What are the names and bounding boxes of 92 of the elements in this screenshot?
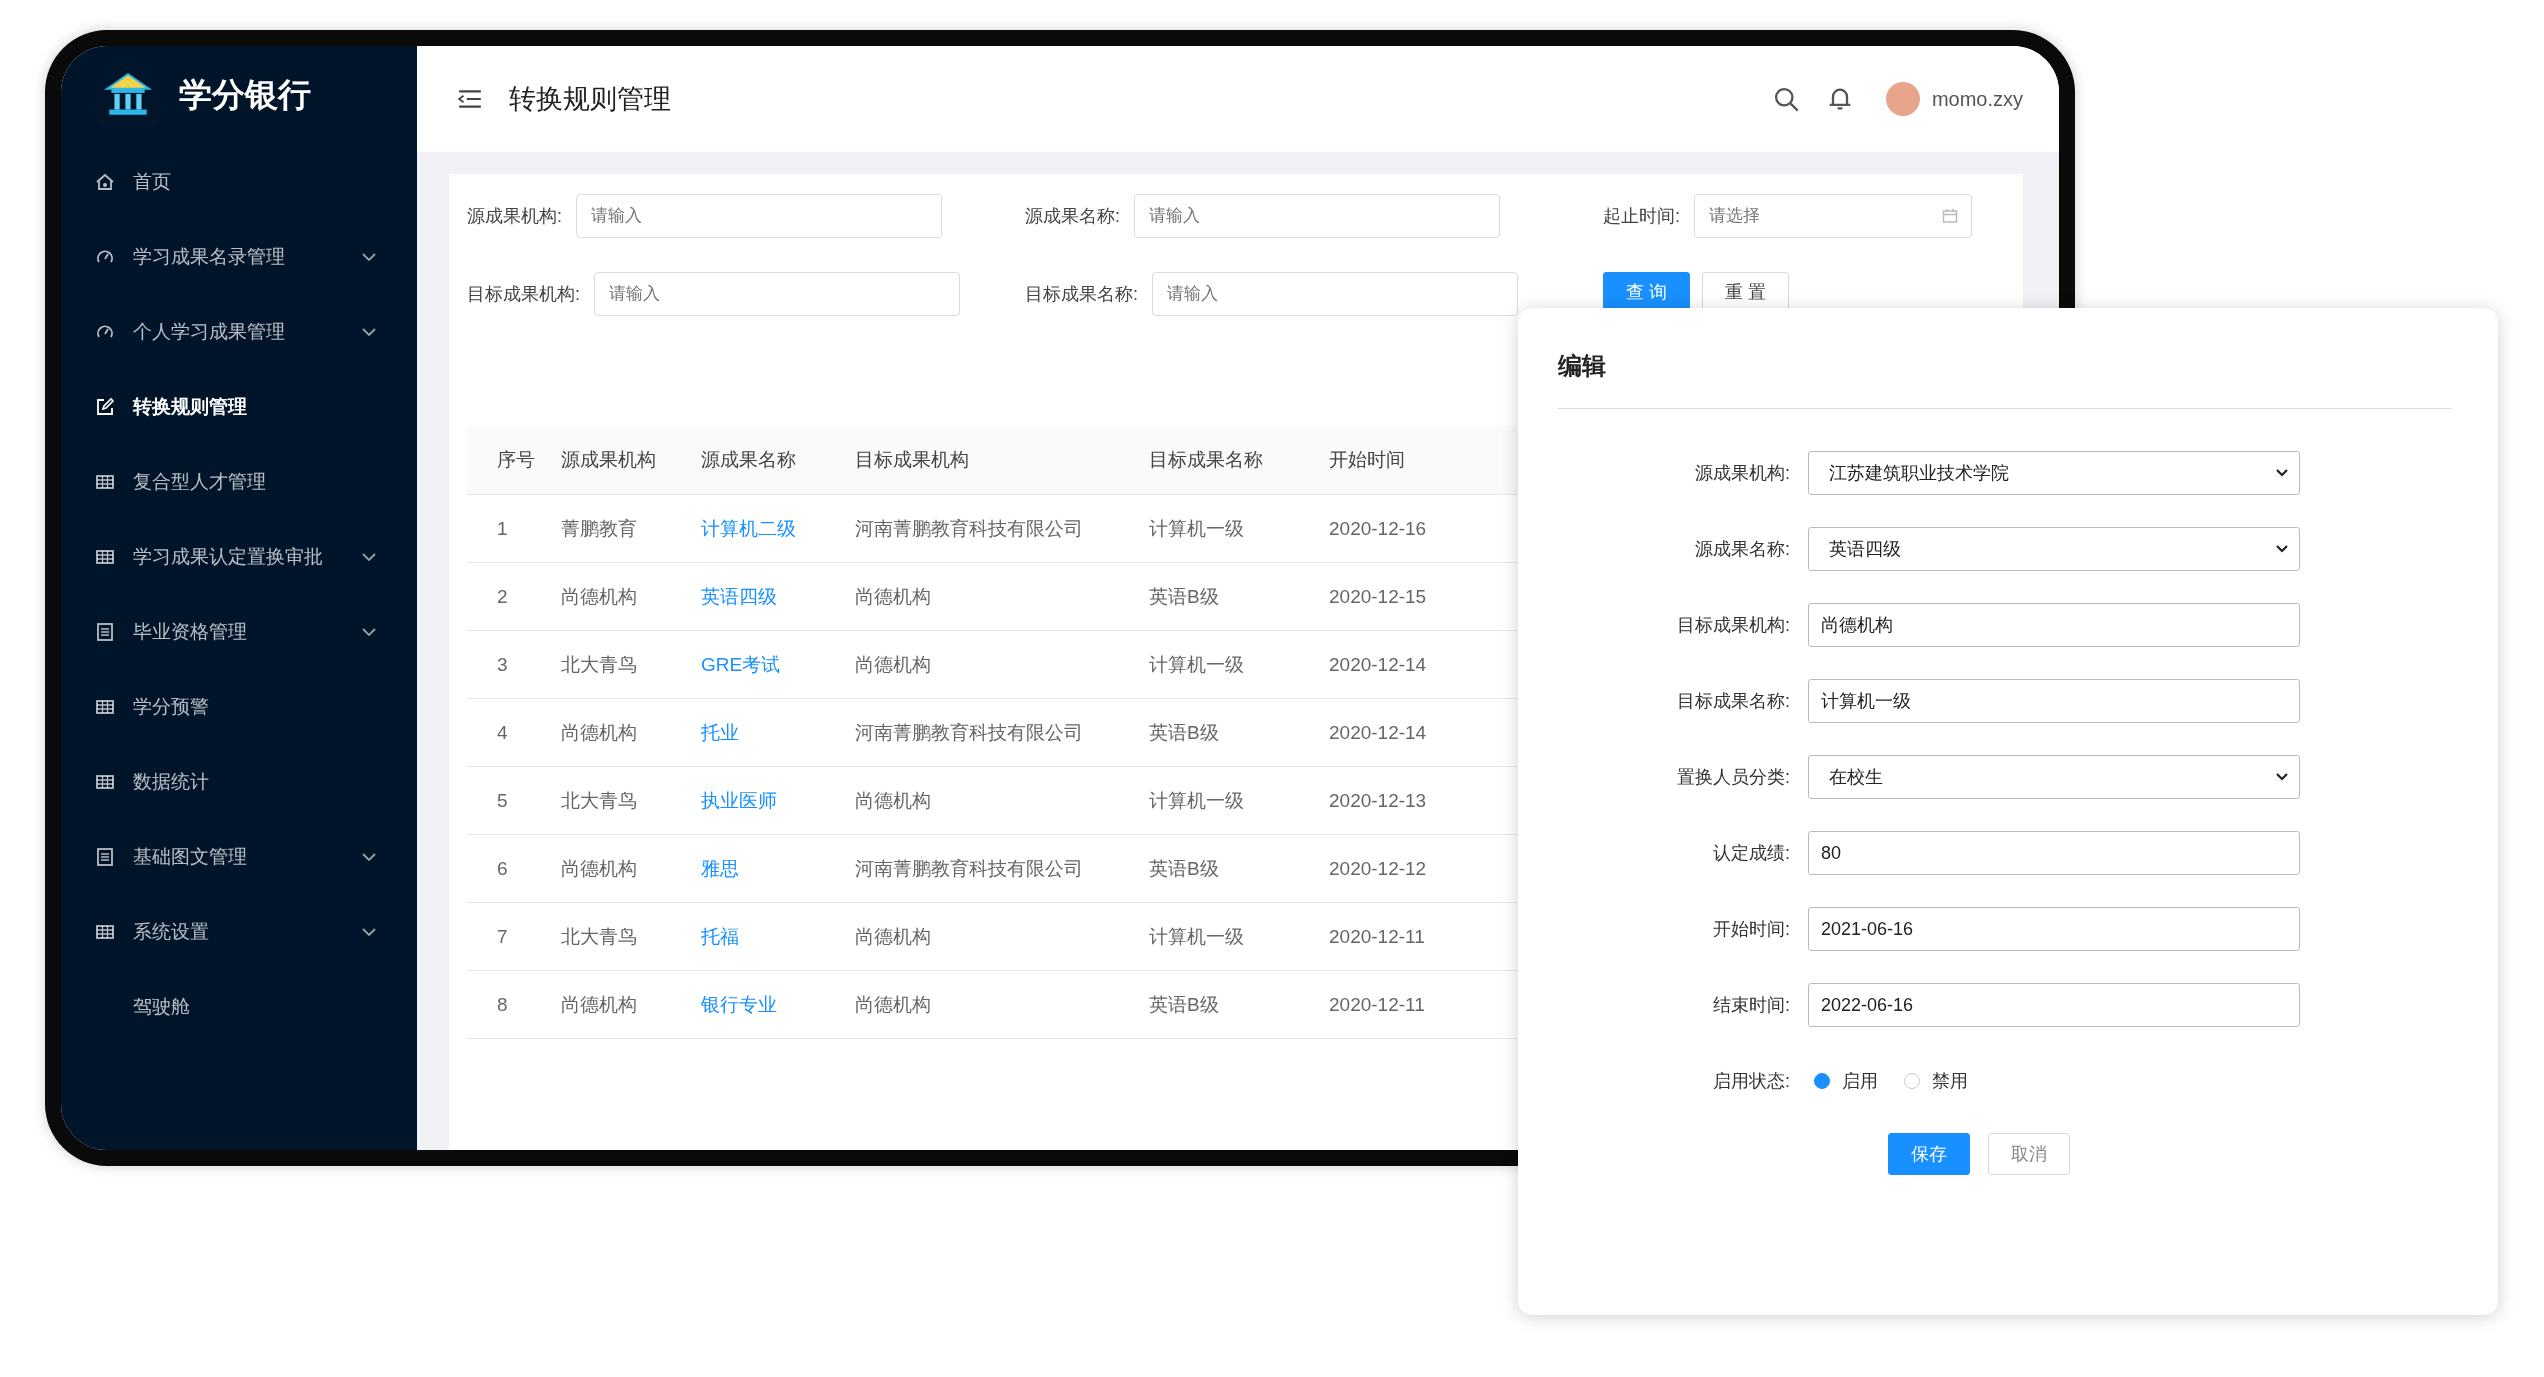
chevron-down-icon (2275, 772, 2289, 782)
table-cell: 5 (467, 766, 560, 835)
sidebar-item[interactable]: 毕业资格管理 (61, 594, 417, 669)
table-cell: 4 (467, 698, 560, 767)
select-field[interactable]: 在校生 (1808, 755, 2300, 799)
sidebar-item[interactable]: 系统设置 (61, 894, 417, 969)
edit-icon (95, 396, 115, 417)
table-cell: 英语B级 (1148, 970, 1328, 1039)
input-field[interactable]: 请输入 (594, 272, 960, 316)
table-cell: 计算机一级 (1148, 630, 1328, 699)
dialog-title: 编辑 (1558, 351, 1607, 381)
filter-label: 目标成果名称: (1025, 283, 1138, 306)
menu-icon[interactable] (457, 88, 483, 110)
table-cell: 英语B级 (1148, 562, 1328, 631)
page-title: 转换规则管理 (509, 83, 671, 116)
table-cell: 尚德机构 (560, 834, 700, 903)
filter-label: 目标成果机构: (467, 283, 580, 306)
sidebar-item[interactable]: 个人学习成果管理 (61, 294, 417, 369)
date-field[interactable]: 请选择 (1694, 194, 1972, 238)
input-field[interactable]: 请输入 (1152, 272, 1518, 316)
input-field[interactable]: 2022-06-16 (1808, 983, 2300, 1027)
home-icon (95, 171, 115, 192)
sidebar-item[interactable]: 首页 (61, 144, 417, 219)
table-cell: 菁鹏教育 (560, 494, 700, 563)
column-header: 目标成果机构 (854, 426, 1148, 495)
input-field[interactable]: 请输入 (1134, 194, 1500, 238)
filter-label: 起止时间: (1603, 205, 1680, 228)
table-cell: 尚德机构 (854, 766, 1148, 835)
table-cell: 计算机一级 (1148, 494, 1328, 563)
form-label: 启用状态: (1712, 1070, 1790, 1093)
table-cell: 英语B级 (1148, 834, 1328, 903)
table-cell: 河南菁鹏教育科技有限公司 (854, 834, 1148, 903)
calendar-icon (1942, 208, 1958, 224)
table-cell: 8 (467, 970, 560, 1039)
table-cell: 3 (467, 630, 560, 699)
table-cell: 尚德机构 (560, 698, 700, 767)
table-cell: 尚德机构 (854, 902, 1148, 971)
table-cell: 计算机一级 (1148, 902, 1328, 971)
filter-label: 源成果名称: (1025, 205, 1120, 228)
form-label: 源成果机构: (1694, 462, 1790, 485)
column-header: 源成果名称 (700, 426, 854, 495)
select-field[interactable]: 英语四级 (1808, 527, 2300, 571)
filter-label: 源成果机构: (467, 205, 562, 228)
input-field[interactable]: 尚德机构 (1808, 603, 2300, 647)
sidebar-item[interactable]: 学分预警 (61, 669, 417, 744)
form-label: 开始时间: (1712, 918, 1790, 941)
document-icon (95, 621, 115, 642)
sidebar-item[interactable]: 复合型人才管理 (61, 444, 417, 519)
form-label: 源成果名称: (1694, 538, 1790, 561)
user-name[interactable]: momo.zxy (1931, 87, 2023, 111)
column-header: 目标成果名称 (1148, 426, 1328, 495)
radio-option[interactable]: 禁用 (1904, 1069, 1968, 1093)
table-cell: 北大青鸟 (560, 630, 700, 699)
column-header: 源成果机构 (560, 426, 700, 495)
table-cell: 北大青鸟 (560, 766, 700, 835)
sidebar-item[interactable]: 学习成果名录管理 (61, 219, 417, 294)
sidebar-item[interactable]: 数据统计 (61, 744, 417, 819)
table-cell: 2 (467, 562, 560, 631)
table-cell: 尚德机构 (560, 562, 700, 631)
table-cell: 尚德机构 (854, 630, 1148, 699)
form-label: 目标成果名称: (1676, 690, 1790, 713)
document-icon (95, 846, 115, 867)
select-field[interactable]: 江苏建筑职业技术学院 (1808, 451, 2300, 495)
table-cell: 尚德机构 (854, 562, 1148, 631)
cancel-button[interactable]: 取消 (1988, 1133, 2070, 1175)
table-cell: 1 (467, 494, 560, 563)
form-label: 置换人员分类: (1676, 766, 1790, 789)
table-cell: 英语B级 (1148, 698, 1328, 767)
sidebar-item[interactable]: 学习成果认定置换审批 (61, 519, 417, 594)
input-field[interactable]: 2021-06-16 (1808, 907, 2300, 951)
input-field[interactable]: 请输入 (576, 194, 942, 238)
chevron-down-icon (2275, 468, 2289, 478)
table-cell: 6 (467, 834, 560, 903)
app-name: 学分银行 (179, 74, 311, 115)
table-cell: 北大青鸟 (560, 902, 700, 971)
input-field[interactable]: 计算机一级 (1808, 679, 2300, 723)
sidebar-item[interactable]: 转换规则管理 (61, 369, 417, 444)
table-cell: 7 (467, 902, 560, 971)
table-cell: 尚德机构 (854, 970, 1148, 1039)
table-cell: 计算机一级 (1148, 766, 1328, 835)
column-header: 序号 (467, 426, 560, 495)
sidebar-item[interactable]: 基础图文管理 (61, 819, 417, 894)
table-cell: 尚德机构 (560, 970, 700, 1039)
table-cell: 河南菁鹏教育科技有限公司 (854, 698, 1148, 767)
chevron-down-icon (2275, 544, 2289, 554)
form-label: 目标成果机构: (1676, 614, 1790, 637)
sidebar-item[interactable]: 驾驶舱 (61, 969, 417, 1044)
table-cell: 河南菁鹏教育科技有限公司 (854, 494, 1148, 563)
form-label: 认定成绩: (1712, 842, 1790, 865)
input-field[interactable]: 80 (1808, 831, 2300, 875)
radio-option[interactable]: 启用 (1814, 1069, 1878, 1093)
form-label: 结束时间: (1712, 994, 1790, 1017)
